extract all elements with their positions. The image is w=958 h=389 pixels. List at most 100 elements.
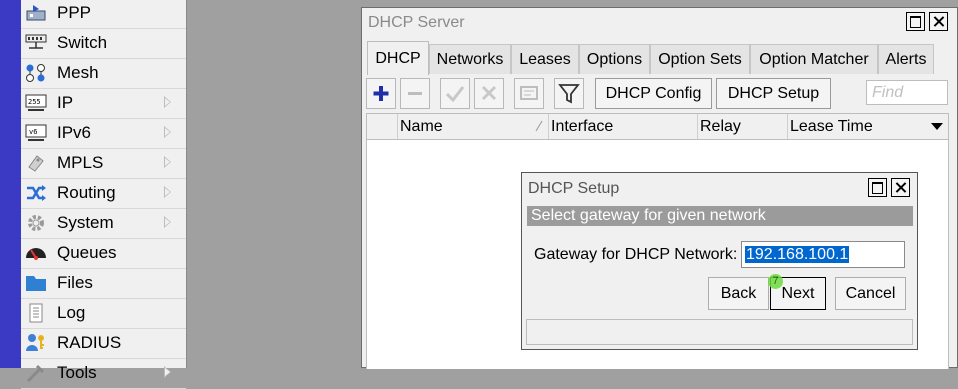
switch-icon bbox=[25, 33, 47, 53]
cancel-button[interactable]: Cancel bbox=[835, 277, 906, 310]
gateway-field-label: Gateway for DHCP Network: bbox=[534, 246, 738, 263]
gateway-input-value: 192.168.100.1 bbox=[745, 246, 850, 263]
svg-text:255: 255 bbox=[28, 98, 41, 106]
filter-icon bbox=[558, 84, 580, 104]
dialog-title: DHCP Setup bbox=[528, 180, 620, 197]
sidebar-item-ipv6[interactable]: v6 IPv6 bbox=[21, 118, 186, 149]
submenu-arrow-icon bbox=[164, 126, 171, 138]
plus-icon bbox=[373, 86, 389, 101]
submenu-arrow-icon bbox=[164, 216, 171, 228]
sidebar-item-label: Mesh bbox=[57, 63, 99, 82]
radius-icon bbox=[25, 333, 47, 353]
sidebar-item-queues[interactable]: Queues bbox=[21, 238, 186, 269]
ipv6-icon: v6 bbox=[25, 123, 47, 143]
window-title: DHCP Server bbox=[368, 14, 465, 31]
tab-option-matcher[interactable]: Option Matcher bbox=[750, 44, 878, 74]
column-header-label: Name bbox=[400, 118, 443, 135]
toolbar: DHCP Config DHCP Setup Find bbox=[366, 78, 953, 110]
sidebar-item-label: RADIUS bbox=[57, 333, 122, 352]
step-marker: 7 bbox=[768, 274, 783, 289]
queues-icon bbox=[25, 243, 47, 263]
close-button[interactable] bbox=[929, 12, 948, 31]
step-banner: Select gateway for given network bbox=[527, 206, 913, 226]
sidebar-item-ppp[interactable]: PPP bbox=[21, 0, 186, 29]
sidebar-item-files[interactable]: Files bbox=[21, 268, 186, 299]
sidebar-item-ip[interactable]: 255 IP bbox=[21, 88, 186, 119]
submenu-arrow-icon bbox=[164, 156, 171, 168]
column-header-interface[interactable]: Interface bbox=[549, 114, 698, 139]
sort-icon bbox=[535, 120, 543, 132]
find-input[interactable]: Find bbox=[866, 80, 948, 105]
sidebar-item-radius[interactable]: RADIUS bbox=[21, 328, 186, 359]
maximize-button[interactable] bbox=[868, 178, 887, 197]
dhcp-setup-dialog: DHCP Setup Select gateway for given netw… bbox=[521, 172, 918, 350]
sidebar-item-switch[interactable]: Switch bbox=[21, 28, 186, 59]
comment-button[interactable] bbox=[514, 78, 544, 109]
gear-icon bbox=[25, 213, 47, 233]
tab-option-sets[interactable]: Option Sets bbox=[650, 44, 750, 74]
add-button[interactable] bbox=[366, 78, 396, 109]
column-header-name[interactable]: Name bbox=[398, 114, 549, 139]
sidebar-item-label: Log bbox=[57, 303, 86, 322]
tab-dhcp[interactable]: DHCP bbox=[367, 41, 429, 75]
maximize-button[interactable] bbox=[906, 12, 925, 31]
minus-icon bbox=[408, 92, 422, 95]
sidebar-item-mesh[interactable]: Mesh bbox=[21, 58, 186, 89]
submenu-arrow-icon bbox=[164, 186, 171, 198]
tools-icon bbox=[25, 363, 47, 383]
sidebar-item-label: IPv6 bbox=[57, 123, 92, 142]
column-header-relay[interactable]: Relay bbox=[698, 114, 788, 139]
check-icon bbox=[445, 86, 465, 103]
comment-icon bbox=[520, 86, 538, 100]
sidebar-item-label: PPP bbox=[57, 3, 92, 22]
remove-button[interactable] bbox=[400, 78, 430, 109]
dhcp-setup-button[interactable]: DHCP Setup bbox=[716, 78, 831, 109]
routing-icon bbox=[25, 183, 47, 203]
sidebar-item-label: Files bbox=[57, 273, 93, 292]
sidebar-item-tools[interactable]: Tools bbox=[21, 358, 186, 389]
dhcp-config-button[interactable]: DHCP Config bbox=[595, 78, 712, 109]
window-titlebar[interactable]: DHCP Server bbox=[362, 8, 957, 37]
tab-alerts[interactable]: Alerts bbox=[878, 44, 934, 74]
sidebar-item-label: System bbox=[57, 213, 114, 232]
disable-button[interactable] bbox=[474, 78, 504, 109]
gateway-input[interactable]: 192.168.100.1 bbox=[741, 241, 905, 268]
tab-networks[interactable]: Networks bbox=[429, 44, 511, 74]
mpls-icon bbox=[25, 153, 47, 173]
column-header-label: Relay bbox=[700, 118, 741, 135]
column-menu-button[interactable] bbox=[926, 114, 948, 139]
status-bar bbox=[526, 319, 913, 345]
ip-icon: 255 bbox=[25, 93, 47, 113]
sidebar-strip bbox=[0, 0, 21, 368]
svg-text:v6: v6 bbox=[29, 128, 37, 136]
log-icon bbox=[25, 303, 47, 323]
sidebar-item-label: MPLS bbox=[57, 153, 104, 172]
filter-button[interactable] bbox=[554, 78, 584, 109]
close-button[interactable] bbox=[891, 178, 910, 197]
chevron-down-icon bbox=[931, 123, 943, 130]
sidebar-item-mpls[interactable]: MPLS bbox=[21, 148, 186, 179]
sidebar-item-log[interactable]: Log bbox=[21, 298, 186, 329]
folder-icon bbox=[25, 273, 47, 293]
back-button[interactable]: Back bbox=[708, 277, 769, 310]
sidebar-item-routing[interactable]: Routing bbox=[21, 178, 186, 209]
main-menu-sidebar: PPP Switch Mesh 255 IP v6 IPv6 MPLS Rout… bbox=[21, 0, 187, 389]
table-header: Name Interface Relay Lease Time bbox=[367, 114, 948, 140]
enable-button[interactable] bbox=[440, 78, 470, 109]
tab-options[interactable]: Options bbox=[579, 44, 650, 74]
column-header-label: Interface bbox=[551, 118, 614, 135]
column-header-label: Lease Time bbox=[790, 118, 873, 135]
sidebar-item-label: Tools bbox=[57, 363, 97, 382]
ppp-icon bbox=[25, 3, 47, 23]
column-header-lease-time[interactable]: Lease Time bbox=[788, 114, 926, 139]
sidebar-item-label: Switch bbox=[57, 33, 108, 52]
sidebar-item-label: IP bbox=[57, 93, 74, 112]
tab-leases[interactable]: Leases bbox=[511, 44, 579, 74]
sidebar-item-label: Queues bbox=[57, 243, 117, 262]
sidebar-item-label: Routing bbox=[57, 183, 116, 202]
mesh-icon bbox=[25, 63, 47, 83]
column-header-flags[interactable] bbox=[367, 114, 398, 139]
x-icon bbox=[481, 85, 497, 101]
sidebar-item-system[interactable]: System bbox=[21, 208, 186, 239]
submenu-arrow-icon bbox=[164, 96, 171, 108]
